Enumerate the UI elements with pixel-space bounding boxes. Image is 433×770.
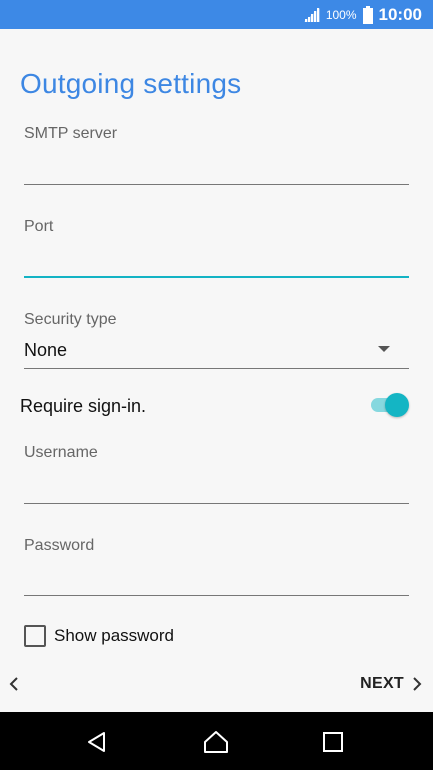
password-underline — [24, 595, 409, 596]
smtp-server-label: SMTP server — [24, 125, 118, 142]
port-input[interactable] — [24, 243, 409, 277]
require-signin-label: Require sign-in. — [20, 396, 147, 416]
port-label: Port — [24, 218, 54, 235]
port-underline — [24, 276, 409, 278]
username-input[interactable] — [24, 469, 409, 503]
navigation-bar — [0, 712, 433, 770]
home-icon[interactable] — [203, 729, 229, 755]
show-password-label[interactable]: Show password — [54, 626, 174, 646]
clock: 10:00 — [378, 4, 422, 24]
security-type-select[interactable]: None — [24, 340, 67, 361]
back-triangle-icon[interactable] — [84, 729, 110, 755]
battery-percent: 100% — [325, 7, 357, 22]
show-password-checkbox[interactable] — [24, 625, 46, 647]
next-button[interactable]: NEXT — [360, 674, 423, 694]
status-bar: 100% 10:00 — [0, 0, 433, 29]
status-icons: 100% 10:00 — [303, 0, 422, 29]
recents-icon[interactable] — [320, 729, 346, 755]
username-underline — [24, 503, 409, 504]
security-type-underline — [24, 368, 409, 369]
smtp-server-underline — [24, 184, 409, 185]
chevron-right-icon — [411, 674, 423, 694]
password-label: Password — [24, 537, 95, 554]
page-title: Outgoing settings — [20, 68, 242, 99]
password-input[interactable] — [24, 562, 409, 596]
battery-icon — [362, 5, 373, 24]
security-type-label: Security type — [24, 311, 117, 328]
require-signin-toggle[interactable] — [385, 393, 409, 417]
smtp-server-input[interactable] — [24, 150, 409, 184]
username-label: Username — [24, 444, 98, 461]
next-label: NEXT — [360, 675, 404, 692]
back-button[interactable] — [6, 674, 24, 694]
chevron-left-icon — [6, 674, 24, 694]
dropdown-arrow-icon[interactable] — [378, 346, 390, 352]
signal-icon — [303, 7, 320, 22]
